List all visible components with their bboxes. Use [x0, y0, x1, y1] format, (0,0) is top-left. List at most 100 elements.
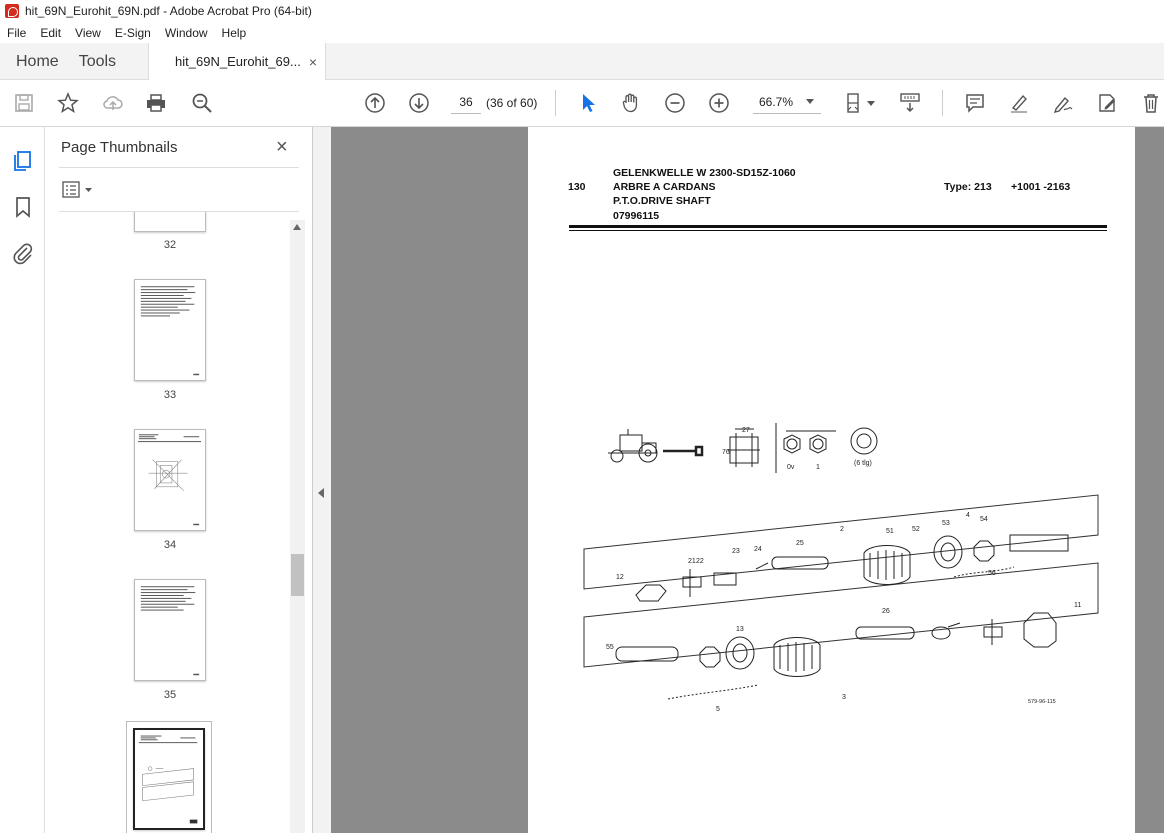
star-icon[interactable]	[56, 91, 80, 115]
callout-26: 26	[882, 608, 890, 615]
dim-label-76: 76	[722, 449, 730, 456]
callout-24: 24	[754, 546, 762, 553]
thumbnail-options-icon[interactable]	[62, 181, 96, 199]
bookmark-icon[interactable]	[11, 195, 35, 219]
callout-5: 5	[716, 706, 720, 713]
close-panel-icon[interactable]: ×	[276, 136, 288, 159]
thumbnail-label: 34	[163, 539, 177, 551]
callout-23: 23	[732, 548, 740, 555]
next-page-icon[interactable]	[407, 91, 431, 115]
window-title: hit_69N_Eurohit_69N.pdf - Adobe Acrobat …	[25, 4, 312, 18]
drawing-code: 579-96-115	[1028, 699, 1056, 705]
print-icon[interactable]	[144, 91, 168, 115]
callout-3: 3	[842, 694, 846, 701]
left-rail	[0, 127, 45, 833]
callout-25: 25	[796, 540, 804, 547]
menu-view[interactable]: View	[68, 26, 108, 40]
select-pointer-icon[interactable]	[576, 91, 600, 115]
callout-55: 55	[606, 644, 614, 651]
section-label-0v: 0v	[787, 464, 795, 471]
thumbnail-label: 35	[163, 689, 177, 701]
callout-56: 56	[988, 570, 996, 577]
edit-pdf-icon[interactable]	[1095, 91, 1119, 115]
cloud-upload-icon[interactable]	[101, 91, 125, 115]
document-view[interactable]: 130 GELENKWELLE W 2300-SD15Z-1060 ARBRE …	[331, 127, 1164, 833]
thumbnail-page-32[interactable]	[134, 212, 206, 232]
panel-title: Page Thumbnails	[61, 139, 178, 156]
scroll-up-icon[interactable]	[293, 224, 301, 230]
callout-51: 51	[886, 528, 894, 535]
title-bar: hit_69N_Eurohit_69N.pdf - Adobe Acrobat …	[0, 0, 1164, 22]
callout-22: 22	[696, 558, 704, 565]
header-rule	[569, 225, 1107, 228]
page-count: (36 of 60)	[486, 96, 538, 110]
callout-2: 2	[840, 526, 844, 533]
close-icon[interactable]: ×	[309, 54, 317, 70]
comment-icon[interactable]	[963, 91, 987, 115]
fit-page-icon[interactable]	[843, 91, 867, 115]
delete-icon[interactable]	[1139, 91, 1163, 115]
page-thumbnails-icon[interactable]	[11, 149, 35, 173]
toolbar-divider	[942, 90, 943, 116]
scrollbar-thumb[interactable]	[291, 554, 304, 596]
tab-document-label: hit_69N_Eurohit_69...	[175, 54, 301, 69]
callout-52: 52	[912, 526, 920, 533]
menu-esign[interactable]: E-Sign	[108, 26, 158, 40]
thumbnail-page-34[interactable]	[134, 429, 206, 531]
previous-page-icon[interactable]	[363, 91, 387, 115]
acrobat-app-icon	[5, 4, 19, 18]
chevron-left-icon	[318, 488, 324, 498]
highlight-pen-icon[interactable]	[1007, 91, 1031, 115]
zoom-in-icon[interactable]	[707, 91, 731, 115]
dim-label-27: 27	[742, 427, 750, 434]
hand-tool-icon[interactable]	[619, 91, 643, 115]
menu-window[interactable]: Window	[158, 26, 215, 40]
callout-13: 13	[736, 626, 744, 633]
type-label: Type: 213	[944, 181, 992, 193]
menu-file[interactable]: File	[0, 26, 33, 40]
thumbnail-label: 33	[163, 389, 177, 401]
panel-collapse-handle[interactable]	[313, 127, 331, 833]
tab-home[interactable]: Home	[0, 43, 75, 79]
page-thumbnails-panel: Page Thumbnails × 32 33 34 35	[45, 127, 313, 833]
thumbnail-page-33[interactable]	[134, 279, 206, 381]
pto-shaft-exploded-diagram: 27 76 0v 1 (6 tlg) 2 3 4 5 12 21 22 23 2…	[583, 423, 1099, 713]
divider	[59, 167, 299, 168]
thumbnail-label: 32	[163, 239, 177, 251]
panel-scrollbar[interactable]	[290, 220, 305, 833]
title-french: ARBRE A CARDANS	[613, 181, 716, 193]
tab-bar: Home Tools hit_69N_Eurohit_69... ×	[0, 43, 1164, 80]
callout-21: 21	[688, 558, 696, 565]
scroll-mode-icon[interactable]	[898, 91, 922, 115]
menu-bar: File Edit View E-Sign Window Help	[0, 22, 1164, 43]
title-german: GELENKWELLE W 2300-SD15Z-1060	[613, 167, 796, 179]
tractor-illustration	[608, 429, 658, 463]
spline-label: (6 tlg)	[854, 460, 872, 467]
toolbar-divider	[555, 90, 556, 116]
section-label-1: 1	[816, 464, 820, 471]
pdf-page: 130 GELENKWELLE W 2300-SD15Z-1060 ARBRE …	[528, 127, 1135, 833]
callout-12: 12	[616, 574, 624, 581]
fit-options-chevron-icon[interactable]	[866, 91, 876, 115]
callout-53: 53	[942, 520, 950, 527]
tab-document[interactable]: hit_69N_Eurohit_69... ×	[148, 43, 327, 80]
save-icon[interactable]	[12, 91, 36, 115]
callout-4: 4	[966, 512, 970, 519]
thumbnail-page-35[interactable]	[134, 579, 206, 681]
chevron-down-icon[interactable]	[806, 99, 814, 104]
callout-54: 54	[980, 516, 988, 523]
part-number: 07996115	[613, 210, 660, 222]
tab-tools[interactable]: Tools	[75, 43, 132, 79]
draw-signature-icon[interactable]	[1051, 91, 1075, 115]
menu-help[interactable]: Help	[215, 26, 254, 40]
attachment-icon[interactable]	[11, 241, 35, 265]
menu-edit[interactable]: Edit	[33, 26, 68, 40]
zoom-search-icon[interactable]	[190, 91, 214, 115]
header-rule-thin	[569, 230, 1107, 231]
serial-range: +1001 -2163	[1011, 181, 1071, 193]
thumbnail-page-36[interactable]	[133, 728, 205, 830]
title-english: P.T.O.DRIVE SHAFT	[613, 195, 711, 207]
page-number-input[interactable]: 36	[451, 90, 481, 114]
zoom-out-icon[interactable]	[663, 91, 687, 115]
callout-11: 11	[1074, 602, 1081, 609]
